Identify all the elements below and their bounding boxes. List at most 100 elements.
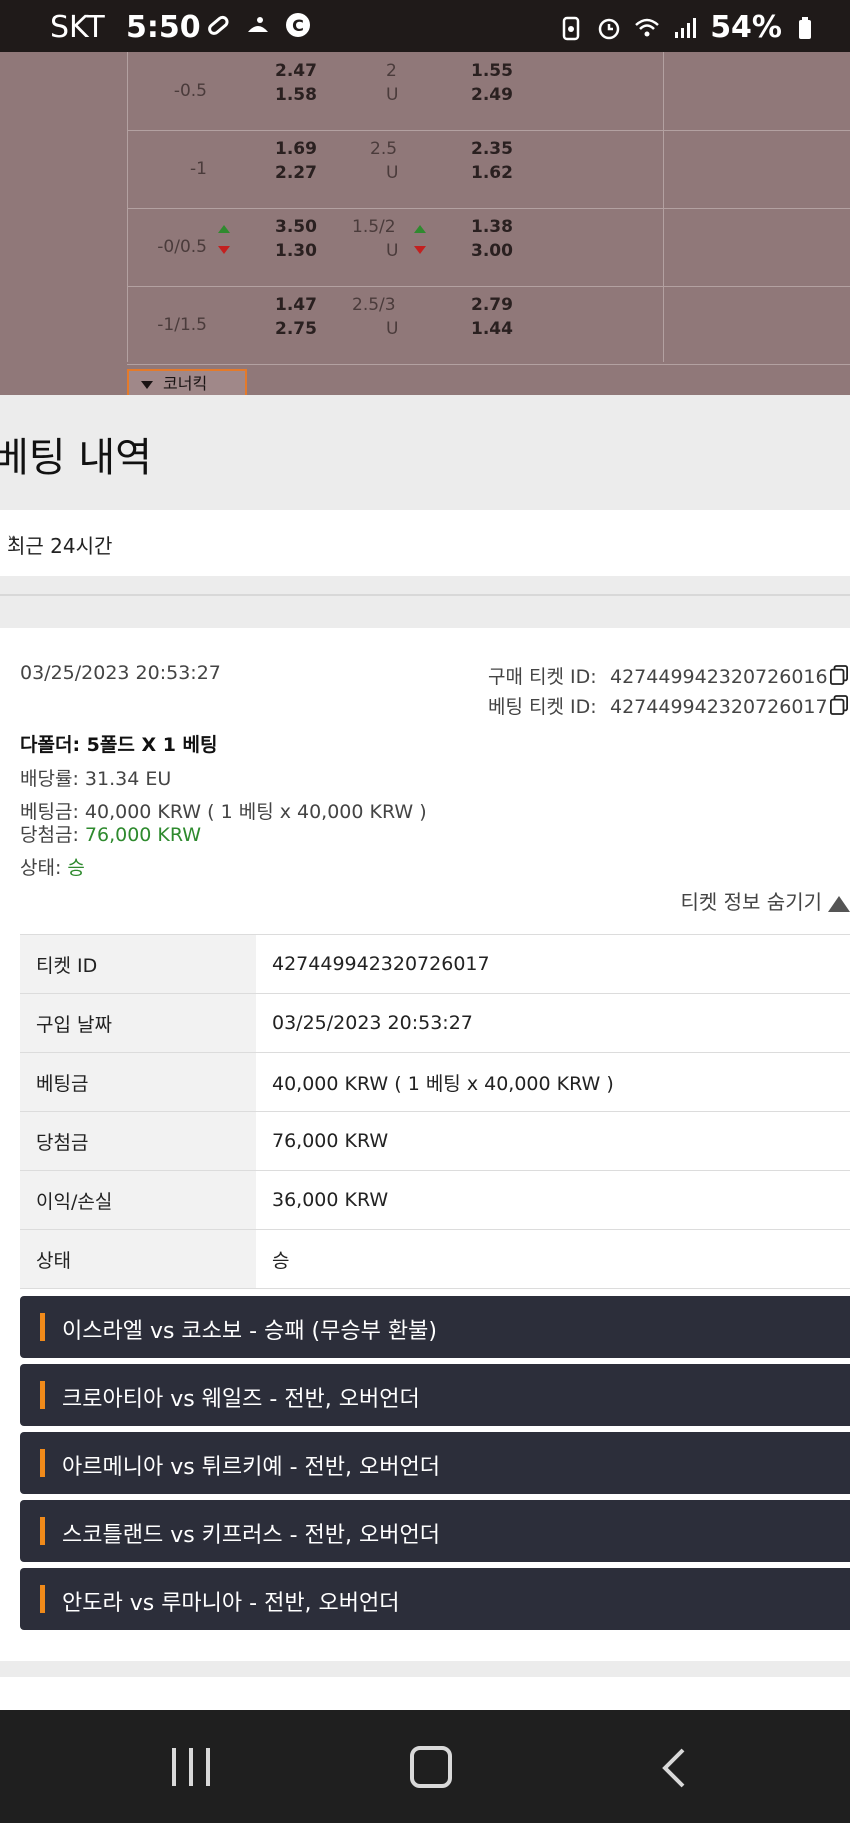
odds-down-arrow-icon (414, 246, 426, 254)
odds-label: 배당률: (20, 768, 79, 790)
table-row: 상태 승 (20, 1229, 850, 1289)
detail-value: 36,000 KRW (256, 1170, 850, 1230)
away-odds[interactable]: 2.27 (275, 163, 317, 183)
match-item[interactable]: 크로아티아 vs 웨일즈 - 전반, 오버언더 (20, 1364, 850, 1426)
home-odds[interactable]: 3.50 (275, 217, 317, 237)
period-select[interactable]: 최근 24시간 ˅ (0, 510, 850, 576)
bet-history-header: 베팅 내역 (0, 395, 850, 510)
detail-value: 40,000 KRW ( 1 베팅 x 40,000 KRW ) (256, 1052, 850, 1112)
detail-key: 이익/손실 (20, 1170, 256, 1230)
purchase-id-value: 427449942320726016 (610, 666, 828, 688)
battery-icon (799, 16, 811, 39)
detail-key: 구입 날짜 (20, 993, 256, 1053)
purchase-id-label: 구매 티켓 ID: (488, 666, 597, 688)
system-nav-bar (0, 1710, 850, 1823)
match-item[interactable]: 안도라 vs 루마니아 - 전반, 오버언더 (20, 1568, 850, 1630)
sleep-icon (248, 17, 268, 32)
ou-line: 2.5 (370, 139, 398, 159)
home-odds[interactable]: 2.47 (275, 61, 317, 81)
odds-down-arrow-icon (218, 246, 230, 254)
divider (0, 1661, 850, 1677)
match-title: 스코틀랜드 vs 키프러스 - 전반, 오버언더 (62, 1523, 440, 1548)
over-odds[interactable]: 1.38 (471, 217, 513, 237)
odds-line: 배당률: 31.34 EU (20, 764, 171, 791)
bet-type: 다폴더: 5폴드 X 1 베팅 (20, 734, 218, 756)
home-button[interactable] (410, 1746, 452, 1788)
handicap: -0.5 (173, 81, 207, 101)
win-label: 당첨금: (20, 824, 79, 846)
detail-key: 티켓 ID (20, 934, 256, 994)
ou-label: U (386, 319, 399, 339)
bet-id-label: 베팅 티켓 ID: (488, 696, 597, 718)
odds-row[interactable]: -0/0.5 3.50 1.30 1.5/2 U 1.38 3.00 (127, 208, 850, 287)
carrier-label: SKT (50, 10, 105, 45)
odds-row[interactable]: -1 1.69 2.27 2.5 U 2.35 1.62 (127, 130, 850, 209)
alarm-icon (598, 18, 620, 39)
table-row: 당첨금 76,000 KRW (20, 1111, 850, 1171)
away-odds[interactable]: 1.30 (275, 241, 317, 261)
chevron-down-icon: ˅ (7, 534, 16, 555)
copy-icon[interactable] (830, 665, 848, 685)
win-value: 76,000 KRW (84, 824, 202, 846)
ou-label: U (386, 163, 399, 183)
handicap: -1 (190, 159, 207, 179)
handicap: -0/0.5 (157, 237, 207, 257)
caret-up-icon (828, 895, 850, 912)
home-odds[interactable]: 1.69 (275, 139, 317, 159)
table-row: 티켓 ID 427449942320726017 (20, 934, 850, 994)
ou-line: 1.5/2 (352, 217, 396, 237)
under-odds[interactable]: 1.62 (471, 163, 513, 183)
under-odds[interactable]: 1.44 (471, 319, 513, 339)
wifi-icon (635, 18, 660, 36)
copy-icon[interactable] (830, 695, 848, 715)
odds-row[interactable]: -0.5 2.47 1.58 2 U 1.55 2.49 (127, 52, 850, 131)
over-odds[interactable]: 1.55 (471, 61, 513, 81)
ticket-ids: 구매 티켓 ID: 427449942320726016 베팅 티켓 ID: 427… (488, 662, 828, 722)
hide-ticket-info-button[interactable]: 티켓 정보 숨기기 (680, 886, 850, 915)
win-line: 당첨금: 76,000 KRW (20, 820, 201, 847)
ou-label: U (386, 241, 399, 261)
under-odds[interactable]: 2.49 (471, 85, 513, 105)
divider (0, 576, 850, 596)
table-row: 구입 날짜 03/25/2023 20:53:27 (20, 993, 850, 1053)
detail-value: 76,000 KRW (256, 1111, 850, 1171)
detail-value: 승 (256, 1229, 850, 1289)
match-item[interactable]: 아르메니아 vs 튀르키예 - 전반, 오버언더 (20, 1432, 850, 1494)
back-icon[interactable] (655, 1746, 695, 1790)
status-line: 상태: 승 (20, 853, 85, 880)
home-odds[interactable]: 1.47 (275, 295, 317, 315)
signal-icon (675, 17, 697, 38)
detail-key: 당첨금 (20, 1111, 256, 1171)
handicap: -1/1.5 (157, 315, 207, 335)
recent-apps-button[interactable] (172, 1748, 210, 1786)
ou-line: 2 (386, 61, 397, 81)
match-title: 크로아티아 vs 웨일즈 - 전반, 오버언더 (62, 1387, 420, 1412)
ticket-card: 03/25/2023 20:53:27 구매 티켓 ID: 42744994232… (0, 628, 850, 1661)
ou-line: 2.5/3 (352, 295, 396, 315)
odds-row[interactable]: -1/1.5 1.47 2.75 2.5/3 U 2.79 1.44 (127, 286, 850, 365)
pill-icon (208, 15, 229, 35)
status-badge: 승 (67, 857, 85, 879)
hide-ticket-info-label: 티켓 정보 숨기기 (680, 890, 822, 914)
over-odds[interactable]: 2.79 (471, 295, 513, 315)
away-odds[interactable]: 1.58 (275, 85, 317, 105)
odds-up-arrow-icon (414, 225, 426, 233)
status-label: 상태: (20, 857, 62, 879)
table-row: 베팅금 40,000 KRW ( 1 베팅 x 40,000 KRW ) (20, 1052, 850, 1112)
match-item[interactable]: 스코틀랜드 vs 키프러스 - 전반, 오버언더 (20, 1500, 850, 1562)
corner-kick-toggle[interactable]: 코너킥 (127, 369, 247, 395)
match-title: 안도라 vs 루마니아 - 전반, 오버언더 (62, 1591, 400, 1616)
ticket-detail-table: 티켓 ID 427449942320726017 구입 날짜 03/25/2023 … (20, 934, 850, 1289)
match-item[interactable]: 이스라엘 vs 코소보 - 승패 (무승부 환불) (20, 1296, 850, 1358)
odds-overlay[interactable]: -0.5 2.47 1.58 2 U 1.55 2.49 -1 1.69 2.2… (0, 52, 850, 395)
away-odds[interactable]: 2.75 (275, 319, 317, 339)
over-odds[interactable]: 2.35 (471, 139, 513, 159)
bet-id-value: 427449942320726017 (610, 696, 828, 718)
svg-text:C: C (292, 16, 304, 35)
ou-label: U (386, 85, 399, 105)
c-app-icon: C (286, 13, 310, 37)
notification-icons: C (205, 12, 311, 38)
match-title: 아르메니아 vs 튀르키예 - 전반, 오버언더 (62, 1455, 440, 1480)
detail-key: 상태 (20, 1229, 256, 1289)
under-odds[interactable]: 3.00 (471, 241, 513, 261)
